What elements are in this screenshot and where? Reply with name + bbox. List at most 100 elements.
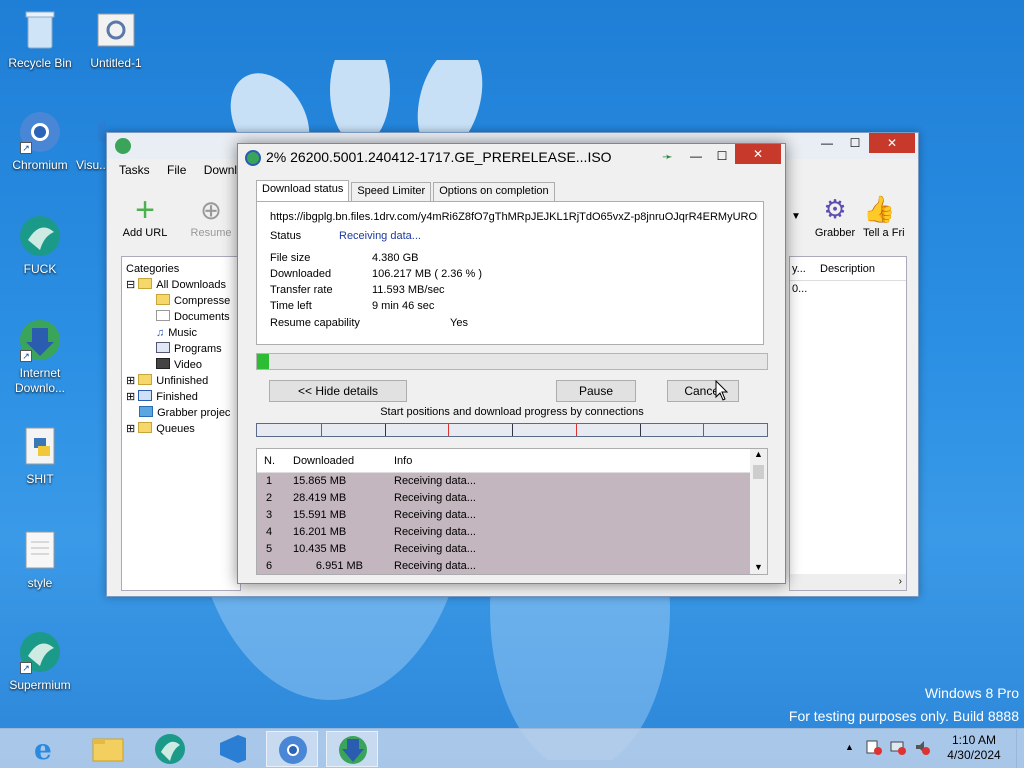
tree-item-queues[interactable]: ⊞ Queues (126, 421, 236, 437)
maximize-button[interactable]: ☐ (841, 133, 869, 153)
downloaded-label: Downloaded (270, 268, 332, 280)
categories-tree: Categories ⊟ All Downloads Compresse Doc… (121, 256, 241, 591)
untitled-desktop-icon[interactable]: Untitled-1 (76, 8, 156, 71)
tab-options-on-completion[interactable]: Options on completion (433, 182, 555, 201)
shit-desktop-icon[interactable]: SHIT (0, 424, 80, 487)
table-row[interactable]: 2 28.419 MB Receiving data... (257, 490, 767, 507)
download-progress-bar (256, 353, 768, 370)
horizontal-scrollbar[interactable]: › (790, 574, 906, 590)
tab-speed-limiter[interactable]: Speed Limiter (351, 182, 432, 201)
menu-file[interactable]: File (167, 163, 186, 177)
idm-taskbar-button[interactable] (326, 731, 378, 767)
scroll-up-icon[interactable]: ▲ (750, 449, 767, 463)
expand-icon[interactable]: ⊞ (126, 375, 135, 387)
dropdown-arrow-icon[interactable]: ▼ (791, 211, 801, 222)
arrow-icon[interactable]: ➛ (662, 149, 673, 165)
time-left-value: 9 min 46 sec (372, 300, 435, 312)
table-row[interactable]: 1 15.865 MB Receiving data... (257, 473, 767, 490)
connections-table[interactable]: N. Downloaded Info 1 15.865 MB Receiving d… (256, 448, 768, 575)
icon-label: FUCK (23, 262, 57, 276)
scroll-down-icon[interactable]: ▼ (750, 562, 767, 572)
tree-item-unfinished[interactable]: ⊞ Unfinished (126, 373, 236, 389)
description-column-header[interactable]: Description (820, 263, 875, 275)
vscode-icon (220, 735, 246, 763)
close-button[interactable]: ✕ (735, 144, 781, 164)
file-size-label: File size (270, 252, 311, 264)
connections-rows: 1 15.865 MB Receiving data... 2 28.419 MB Rec… (257, 473, 767, 574)
vscode-desktop-icon[interactable]: Visu... (76, 110, 106, 173)
fuck-desktop-icon[interactable]: FUCK (0, 214, 80, 277)
menu-tasks[interactable]: Tasks (119, 163, 150, 177)
table-row[interactable]: 4 16.201 MB Receiving data... (257, 524, 767, 541)
show-hidden-icons-button[interactable]: ▲ (845, 742, 854, 752)
dialog-titlebar[interactable]: 2% 26200.5001.240412-1717.GE_PRERELEASE.… (238, 144, 785, 172)
cell-n: 5 (266, 543, 273, 555)
supermium-desktop-icon[interactable]: ↗ Supermium (0, 630, 80, 693)
idm-desktop-icon[interactable]: ↗ Internet Downlo... (0, 318, 80, 396)
clock-date: 4/30/2024 (947, 748, 1001, 762)
hide-details-button[interactable]: << Hide details (269, 380, 407, 402)
idm-icon: ↗ (18, 318, 62, 362)
grabber-button[interactable]: ⚙ Grabber (805, 191, 865, 239)
tree-item-grabber[interactable]: Grabber projec (126, 405, 236, 421)
pause-button[interactable]: Pause (556, 380, 636, 402)
tree-item-finished[interactable]: ⊞ Finished (126, 389, 236, 405)
volume-icon[interactable] (914, 739, 930, 755)
grabber-icon: ⚙ (823, 194, 847, 224)
minimize-button[interactable]: — (813, 133, 841, 153)
file-explorer-taskbar-button[interactable] (82, 731, 134, 767)
show-desktop-button[interactable] (1016, 729, 1024, 768)
tree-item-video[interactable]: Video (126, 357, 236, 373)
cell-downloaded: 15.591 MB (293, 509, 347, 521)
expand-icon[interactable]: ⊞ (126, 423, 135, 435)
table-row[interactable]: 6 6.951 MB Receiving data... (257, 558, 767, 574)
downloads-list[interactable]: y... Description 0... › (789, 256, 907, 591)
column-header-n[interactable]: N. (264, 455, 275, 467)
icon-label: style (27, 576, 53, 590)
tree-item-programs[interactable]: Programs (126, 341, 236, 357)
add-url-button[interactable]: + Add URL (115, 193, 175, 239)
column-header-info[interactable]: Info (394, 455, 412, 467)
tree-item-music[interactable]: ♫ Music (126, 325, 236, 341)
column-header-downloaded[interactable]: Downloaded (293, 455, 354, 467)
chromium-taskbar-button[interactable] (266, 731, 318, 767)
chromium-desktop-icon[interactable]: ↗ Chromium (0, 110, 80, 173)
tree-item-all-downloads[interactable]: ⊟ All Downloads (126, 277, 236, 293)
vertical-scrollbar[interactable]: ▲ ▼ (750, 449, 767, 574)
table-row[interactable]: 3 15.591 MB Receiving data... (257, 507, 767, 524)
supermium-taskbar-button[interactable] (144, 731, 196, 767)
chromium-icon (279, 736, 307, 764)
python-file-icon (18, 424, 62, 468)
column-header[interactable]: y... (792, 263, 806, 275)
vscode-taskbar-button[interactable] (206, 731, 258, 767)
ie-taskbar-button[interactable]: e (20, 731, 72, 767)
style-desktop-icon[interactable]: style (0, 528, 80, 591)
minimize-button[interactable]: — (682, 146, 710, 166)
collapse-icon[interactable]: ⊟ (126, 279, 135, 291)
tree-label: Finished (156, 391, 198, 403)
resume-button[interactable]: ⊕ Resume (181, 193, 241, 239)
downloaded-value: 106.217 MB ( 2.36 % ) (372, 268, 483, 280)
close-button[interactable]: ✕ (869, 133, 915, 153)
folder-icon (138, 422, 153, 433)
scroll-thumb[interactable] (753, 465, 764, 479)
tree-item-compressed[interactable]: Compresse (126, 293, 236, 309)
expand-icon[interactable]: ⊞ (126, 391, 135, 403)
watermark-build: For testing purposes only. Build 8888 (788, 708, 1019, 724)
network-icon[interactable] (890, 739, 906, 755)
maximize-button[interactable]: ☐ (708, 146, 736, 166)
action-center-icon[interactable] (866, 739, 882, 755)
document-icon (156, 310, 170, 321)
table-row[interactable]: 5 10.435 MB Receiving data... (257, 541, 767, 558)
recycle-bin-desktop-icon[interactable]: Recycle Bin (0, 8, 80, 71)
tab-download-status[interactable]: Download status (256, 180, 350, 201)
tree-label: Unfinished (156, 375, 209, 387)
shortcut-arrow-icon: ↗ (20, 142, 32, 154)
connections-progress-bar (256, 423, 768, 437)
status-label: Status (270, 230, 302, 242)
mouse-cursor-icon (715, 380, 729, 401)
tree-item-documents[interactable]: Documents (126, 309, 236, 325)
list-row[interactable]: 0... (790, 281, 906, 297)
tell-friend-button[interactable]: 👍 Tell a Fri (863, 191, 923, 239)
clock[interactable]: 1:10 AM 4/30/2024 (940, 733, 1008, 763)
